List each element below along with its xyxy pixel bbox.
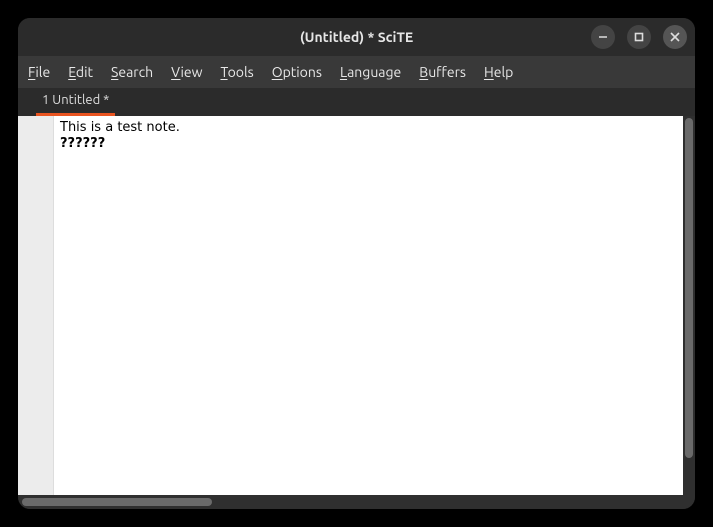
menu-options[interactable]: Options — [272, 64, 322, 80]
horizontal-scrollbar-thumb[interactable] — [22, 498, 212, 506]
menubar: File Edit Search View Tools Options Lang… — [18, 56, 695, 88]
menu-language[interactable]: Language — [340, 64, 401, 80]
menu-edit[interactable]: Edit — [68, 64, 93, 80]
menu-file[interactable]: File — [28, 64, 50, 80]
horizontal-scrollbar[interactable] — [18, 495, 695, 509]
close-button[interactable] — [663, 25, 687, 49]
vertical-scrollbar-thumb[interactable] — [685, 118, 693, 458]
tabbar: 1 Untitled * — [18, 88, 695, 116]
editor-line-2: ?????? — [60, 136, 105, 151]
menu-help[interactable]: Help — [484, 64, 513, 80]
app-window: (Untitled) * SciTE File Edit Search View… — [18, 18, 695, 509]
window-controls — [591, 18, 687, 56]
maximize-icon — [634, 32, 644, 42]
minimize-button[interactable] — [591, 25, 615, 49]
close-icon — [670, 32, 680, 42]
titlebar: (Untitled) * SciTE — [18, 18, 695, 56]
editor-line-1: This is a test note. — [60, 120, 180, 135]
window-title: (Untitled) * SciTE — [300, 29, 413, 45]
line-number-gutter — [18, 116, 54, 495]
menu-tools[interactable]: Tools — [220, 64, 253, 80]
tab-untitled[interactable]: 1 Untitled * — [36, 89, 115, 116]
minimize-icon — [598, 32, 608, 42]
vertical-scrollbar[interactable] — [683, 116, 695, 495]
tab-label: 1 Untitled * — [42, 93, 109, 107]
menu-search[interactable]: Search — [111, 64, 153, 80]
text-editor[interactable]: This is a test note. ?????? — [54, 116, 683, 495]
editor-area: This is a test note. ?????? — [18, 116, 695, 495]
maximize-button[interactable] — [627, 25, 651, 49]
menu-view[interactable]: View — [171, 64, 202, 80]
menu-buffers[interactable]: Buffers — [419, 64, 466, 80]
